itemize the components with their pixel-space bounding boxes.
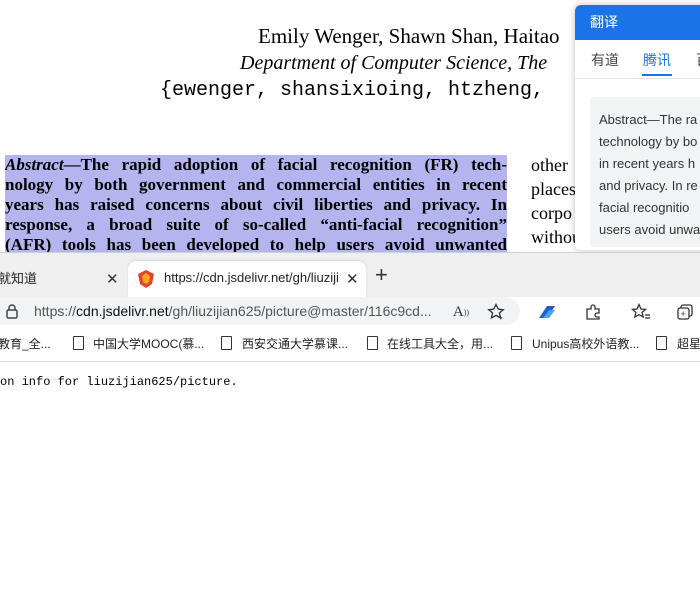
- svg-text:+: +: [681, 309, 686, 319]
- abstract-line: years has raised concerns about civil li…: [5, 195, 507, 215]
- url-text[interactable]: https://cdn.jsdelivr.net/gh/liuzijian625…: [34, 303, 434, 319]
- translate-tabs: 有道 腾讯 百: [575, 40, 700, 79]
- abstract-line-text: response, a broad suite of so-called “an…: [5, 215, 507, 234]
- address-bar: https://cdn.jsdelivr.net/gh/liuzijian625…: [0, 297, 700, 327]
- bookmark-item[interactable]: 超星: [677, 335, 700, 352]
- url-scheme: https://: [34, 303, 77, 319]
- new-tab-icon[interactable]: +: [375, 262, 388, 288]
- copilot-icon[interactable]: [536, 301, 558, 323]
- abstract-line-text: —The rapid adoption of facial recognitio…: [63, 155, 507, 174]
- page-content: on info for liuzijian625/picture.: [0, 362, 700, 595]
- url-path: /gh/liuzijian625/picture@master/116c9cd.…: [168, 303, 432, 319]
- paper-department: Department of Computer Science, The: [240, 52, 548, 74]
- translate-panel: 翻译 有道 腾讯 百 Abstract—The ra technology by…: [575, 5, 700, 250]
- right-column-line: other: [531, 155, 568, 175]
- right-column-line: withou: [531, 227, 582, 247]
- abstract-line-text: years has raised concerns about civil li…: [5, 195, 507, 214]
- bookmark-page-icon: [221, 336, 232, 350]
- bookmark-page-icon: [73, 336, 84, 350]
- bookmarks-bar: 教育_全... 中国大学MOOC(慕... 西安交通大学慕课... 在线工具大全…: [0, 327, 700, 362]
- bookmark-item[interactable]: 西安交通大学慕课...: [242, 335, 348, 352]
- bookmark-page-icon: [367, 336, 378, 350]
- translation-line: facial recognitio: [599, 200, 690, 215]
- bookmark-item[interactable]: 中国大学MOOC(慕...: [93, 335, 204, 352]
- paper-emails: {ewenger, shansixioing, htzheng,: [160, 79, 545, 102]
- url-field[interactable]: https://cdn.jsdelivr.net/gh/liuzijian625…: [0, 297, 520, 325]
- bookmark-page-icon: [656, 336, 667, 350]
- abstract-heading: Abstract: [5, 155, 64, 174]
- tab-youdao[interactable]: 有道: [591, 50, 619, 70]
- tab-zhidao[interactable]: 就知道 ✕: [0, 261, 126, 298]
- tab-tencent[interactable]: 腾讯: [643, 50, 671, 70]
- url-host: cdn.jsdelivr.net: [76, 303, 169, 319]
- right-column-line: corpo: [531, 203, 572, 223]
- translation-line: in recent years h: [599, 156, 696, 171]
- bookmark-item[interactable]: 教育_全...: [0, 335, 51, 352]
- bookmark-item[interactable]: 在线工具大全，用...: [387, 335, 493, 352]
- tab-title: 就知道: [0, 271, 38, 286]
- browser-tab-bar: 就知道 ✕ https://cdn.jsdelivr.net/gh/liuzij…: [0, 252, 700, 298]
- tab-title: https://cdn.jsdelivr.net/gh/liuzijian: [164, 270, 339, 285]
- jsdelivr-favicon-icon: [138, 270, 154, 288]
- right-column-line: places: [531, 179, 576, 199]
- abstract-line: response, a broad suite of so-called “an…: [5, 215, 507, 235]
- collections-icon[interactable]: +: [674, 301, 696, 323]
- lock-icon[interactable]: [4, 303, 20, 319]
- translation-line: and privacy. In re: [599, 178, 698, 193]
- bookmark-page-icon: [511, 336, 522, 350]
- translation-line: technology by bo: [599, 134, 698, 149]
- add-favorite-icon[interactable]: +: [485, 301, 507, 323]
- translate-panel-title: 翻译: [575, 5, 700, 40]
- extensions-icon[interactable]: [582, 301, 604, 323]
- paper-authors: Emily Wenger, Shawn Shan, Haitao: [258, 24, 560, 48]
- close-icon[interactable]: ✕: [346, 270, 359, 288]
- close-icon[interactable]: ✕: [106, 270, 119, 288]
- tab-baidu[interactable]: 百: [696, 50, 700, 70]
- tab-jsdelivr[interactable]: https://cdn.jsdelivr.net/gh/liuzijian ✕: [128, 261, 366, 298]
- translation-line: Abstract—The ra: [599, 112, 698, 127]
- translation-line: users avoid unwa: [599, 222, 700, 237]
- abstract-line: Abstract—The rapid adoption of facial re…: [5, 155, 507, 175]
- read-aloud-icon[interactable]: A)): [450, 301, 472, 323]
- svg-text:+: +: [498, 313, 503, 321]
- abstract-line-text: nology by both government and commercial…: [5, 175, 507, 194]
- favorites-icon[interactable]: [630, 301, 652, 323]
- translation-result: Abstract—The ra technology by bo in rece…: [590, 97, 700, 247]
- bookmark-item[interactable]: Unipus高校外语教...: [532, 335, 639, 352]
- page-text: on info for liuzijian625/picture.: [0, 375, 238, 389]
- active-tab-indicator: [642, 74, 672, 76]
- abstract-line: nology by both government and commercial…: [5, 175, 507, 195]
